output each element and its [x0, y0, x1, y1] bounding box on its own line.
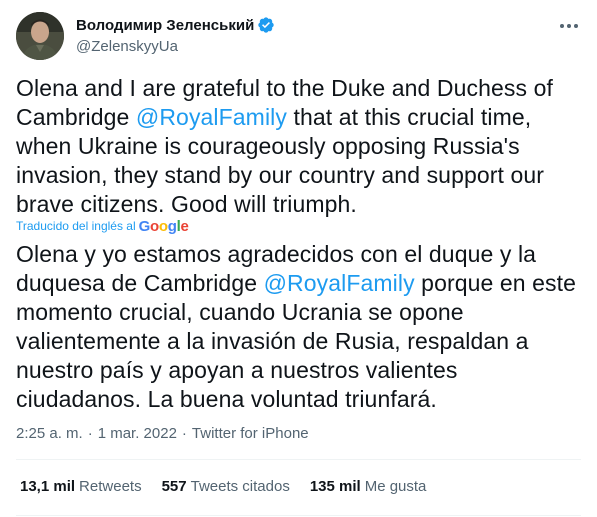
divider [16, 459, 581, 460]
likes-stat[interactable]: 135 mil Me gusta [310, 478, 427, 495]
author-block: Володимир Зеленський @ZelenskyyUa [76, 15, 275, 55]
meta-separator: · [87, 425, 93, 442]
stat-label: Tweets citados [190, 478, 290, 495]
display-name[interactable]: Володимир Зеленський [76, 17, 254, 34]
meta-separator: · [181, 425, 187, 442]
tweet-stats: 13,1 mil Retweets 557 Tweets citados 135 m… [20, 478, 446, 495]
more-options-button[interactable] [557, 14, 581, 38]
tweet-meta: 2:25 a. m. · 1 mar. 2022 · Twitter for i… [16, 425, 309, 442]
stat-label: Me gusta [364, 478, 427, 495]
stat-label: Retweets [79, 478, 142, 495]
tweet-text-translated: Olena y yo estamos agradecidos con el du… [16, 240, 581, 414]
stat-count: 13,1 mil [20, 478, 76, 495]
quote-tweets-stat[interactable]: 557 Tweets citados [162, 478, 290, 495]
google-logo: Google [138, 217, 189, 235]
more-dot-icon [567, 24, 571, 28]
tweet-text-original: Olena and I are grateful to the Duke and… [16, 74, 581, 219]
more-dot-icon [560, 24, 564, 28]
retweets-stat[interactable]: 13,1 mil Retweets [20, 478, 142, 495]
mention-link[interactable]: @RoyalFamily [136, 104, 287, 130]
tweet: Володимир Зеленський @ZelenskyyUa Olena … [0, 0, 597, 517]
stat-count: 557 [161, 478, 187, 495]
stat-count: 135 mil [309, 478, 361, 495]
translated-label: Traducido del inglés al [16, 219, 136, 233]
verified-badge-icon [258, 17, 274, 33]
handle[interactable]: @ZelenskyyUa [76, 38, 275, 55]
tweet-date[interactable]: 1 mar. 2022 [98, 425, 177, 442]
more-dot-icon [574, 24, 578, 28]
divider [16, 515, 581, 516]
tweet-header: Володимир Зеленський @ZelenskyyUa [16, 12, 585, 60]
tweet-source[interactable]: Twitter for iPhone [192, 425, 309, 442]
translated-by-link[interactable]: Traducido del inglés al Google [16, 217, 189, 235]
avatar[interactable] [16, 12, 64, 60]
mention-link[interactable]: @RoyalFamily [264, 270, 415, 296]
tweet-time[interactable]: 2:25 a. m. [16, 425, 83, 442]
